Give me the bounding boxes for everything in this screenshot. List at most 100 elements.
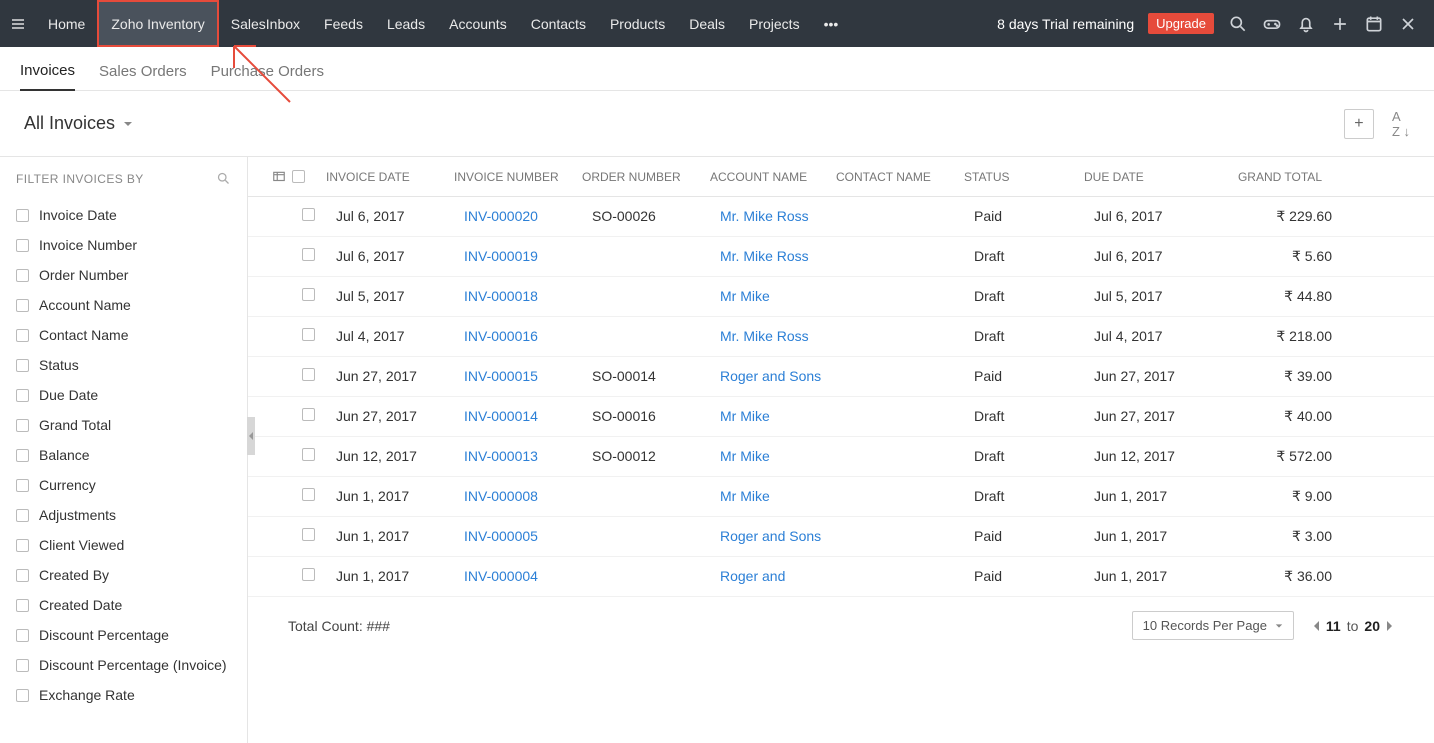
filter-contact-name[interactable]: Contact Name	[16, 320, 231, 350]
column-config-icon[interactable]	[266, 170, 292, 184]
cell-invoice-link[interactable]: INV-000018	[458, 288, 586, 304]
row-checkbox[interactable]	[302, 368, 315, 381]
row-checkbox[interactable]	[302, 208, 315, 221]
table-row[interactable]: Jul 6, 2017INV-000019Mr. Mike RossDraftJ…	[248, 237, 1434, 277]
filter-discount-percentage[interactable]: Discount Percentage	[16, 620, 231, 650]
pager-prev-icon[interactable]	[1312, 620, 1320, 632]
row-checkbox[interactable]	[302, 408, 315, 421]
cell-invoice-link[interactable]: INV-000004	[458, 568, 586, 584]
cell-invoice-link[interactable]: INV-000016	[458, 328, 586, 344]
nav-zoho-inventory[interactable]: Zoho Inventory	[97, 0, 218, 47]
checkbox[interactable]	[16, 269, 29, 282]
table-row[interactable]: Jul 5, 2017INV-000018Mr MikeDraftJul 5, …	[248, 277, 1434, 317]
cell-invoice-link[interactable]: INV-000005	[458, 528, 586, 544]
checkbox[interactable]	[16, 629, 29, 642]
checkbox[interactable]	[16, 329, 29, 342]
row-checkbox[interactable]	[302, 488, 315, 501]
nav-deals[interactable]: Deals	[677, 0, 737, 47]
nav-salesinbox[interactable]: SalesInbox	[219, 0, 312, 47]
th-grand-total[interactable]: GRAND TOTAL	[1218, 170, 1328, 184]
table-row[interactable]: Jun 12, 2017INV-000013SO-00012Mr MikeDra…	[248, 437, 1434, 477]
pager-next-icon[interactable]	[1386, 620, 1394, 632]
checkbox[interactable]	[16, 299, 29, 312]
nav-leads[interactable]: Leads	[375, 0, 437, 47]
tab-invoices[interactable]: Invoices	[20, 62, 75, 91]
nav-feeds[interactable]: Feeds	[312, 0, 375, 47]
th-status[interactable]: STATUS	[958, 170, 1078, 184]
calendar-icon[interactable]	[1364, 14, 1384, 34]
checkbox[interactable]	[16, 479, 29, 492]
checkbox[interactable]	[16, 389, 29, 402]
th-due-date[interactable]: DUE DATE	[1078, 170, 1218, 184]
table-row[interactable]: Jul 4, 2017INV-000016Mr. Mike RossDraftJ…	[248, 317, 1434, 357]
cell-account-link[interactable]: Mr Mike	[714, 488, 840, 504]
th-contact-name[interactable]: CONTACT NAME	[830, 170, 958, 184]
page-size-select[interactable]: 10 Records Per Page	[1132, 611, 1294, 640]
table-row[interactable]: Jun 1, 2017INV-000008Mr MikeDraftJun 1, …	[248, 477, 1434, 517]
bell-icon[interactable]	[1296, 14, 1316, 34]
checkbox[interactable]	[16, 359, 29, 372]
tools-icon[interactable]	[1398, 14, 1418, 34]
view-dropdown[interactable]: All Invoices	[24, 113, 133, 134]
checkbox[interactable]	[16, 659, 29, 672]
filter-invoice-date[interactable]: Invoice Date	[16, 200, 231, 230]
filter-created-by[interactable]: Created By	[16, 560, 231, 590]
menu-icon[interactable]	[0, 16, 36, 32]
filter-status[interactable]: Status	[16, 350, 231, 380]
add-button[interactable]: +	[1344, 109, 1374, 139]
gamepad-icon[interactable]	[1262, 14, 1282, 34]
cell-account-link[interactable]: Roger and	[714, 568, 840, 584]
filter-exchange-rate[interactable]: Exchange Rate	[16, 680, 231, 710]
checkbox[interactable]	[16, 569, 29, 582]
th-invoice-date[interactable]: INVOICE DATE	[320, 170, 448, 184]
table-row[interactable]: Jun 1, 2017INV-000004Roger andPaidJun 1,…	[248, 557, 1434, 597]
select-all-checkbox[interactable]	[292, 170, 305, 183]
filter-account-name[interactable]: Account Name	[16, 290, 231, 320]
checkbox[interactable]	[16, 599, 29, 612]
cell-account-link[interactable]: Mr Mike	[714, 408, 840, 424]
sidebar-collapse-handle[interactable]	[247, 417, 255, 455]
row-checkbox[interactable]	[302, 568, 315, 581]
nav-projects[interactable]: Projects	[737, 0, 812, 47]
row-checkbox[interactable]	[302, 288, 315, 301]
cell-account-link[interactable]: Roger and Sons	[714, 368, 840, 384]
filter-currency[interactable]: Currency	[16, 470, 231, 500]
table-row[interactable]: Jun 27, 2017INV-000015SO-00014Roger and …	[248, 357, 1434, 397]
checkbox[interactable]	[16, 239, 29, 252]
checkbox[interactable]	[16, 539, 29, 552]
filter-grand-total[interactable]: Grand Total	[16, 410, 231, 440]
filter-order-number[interactable]: Order Number	[16, 260, 231, 290]
checkbox[interactable]	[16, 509, 29, 522]
nav-home[interactable]: Home	[36, 0, 97, 47]
plus-icon[interactable]	[1330, 14, 1350, 34]
tab-purchase-orders[interactable]: Purchase Orders	[211, 63, 324, 90]
nav-contacts[interactable]: Contacts	[519, 0, 598, 47]
cell-account-link[interactable]: Mr Mike	[714, 448, 840, 464]
sort-button[interactable]: AZ ↓	[1392, 109, 1410, 139]
filter-client-viewed[interactable]: Client Viewed	[16, 530, 231, 560]
filter-created-date[interactable]: Created Date	[16, 590, 231, 620]
filter-discount-percentage-invoice-[interactable]: Discount Percentage (Invoice)	[16, 650, 231, 680]
checkbox[interactable]	[16, 209, 29, 222]
search-icon[interactable]	[1228, 14, 1248, 34]
row-checkbox[interactable]	[302, 248, 315, 261]
filter-search-icon[interactable]	[216, 171, 231, 186]
th-order-number[interactable]: ORDER NUMBER	[576, 170, 704, 184]
th-account-name[interactable]: ACCOUNT NAME	[704, 170, 830, 184]
row-checkbox[interactable]	[302, 328, 315, 341]
cell-account-link[interactable]: Mr. Mike Ross	[714, 248, 840, 264]
filter-balance[interactable]: Balance	[16, 440, 231, 470]
row-checkbox[interactable]	[302, 528, 315, 541]
cell-account-link[interactable]: Mr Mike	[714, 288, 840, 304]
tab-sales-orders[interactable]: Sales Orders	[99, 63, 187, 90]
cell-invoice-link[interactable]: INV-000015	[458, 368, 586, 384]
row-checkbox[interactable]	[302, 448, 315, 461]
nav-accounts[interactable]: Accounts	[437, 0, 519, 47]
cell-account-link[interactable]: Mr. Mike Ross	[714, 328, 840, 344]
table-row[interactable]: Jun 27, 2017INV-000014SO-00016Mr MikeDra…	[248, 397, 1434, 437]
cell-account-link[interactable]: Roger and Sons	[714, 528, 840, 544]
checkbox[interactable]	[16, 449, 29, 462]
cell-invoice-link[interactable]: INV-000014	[458, 408, 586, 424]
nav-more-icon[interactable]: •••	[812, 16, 851, 32]
checkbox[interactable]	[16, 689, 29, 702]
